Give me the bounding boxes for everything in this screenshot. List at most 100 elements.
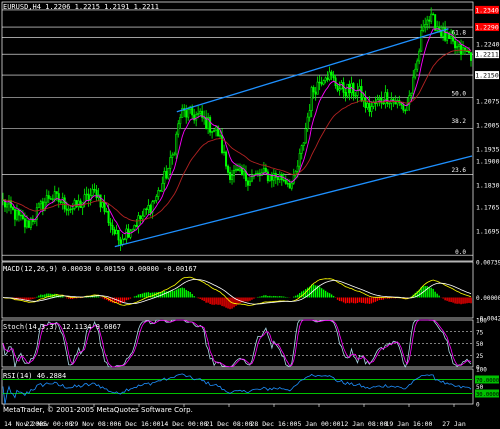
candle xyxy=(336,83,339,93)
candle xyxy=(312,85,315,99)
candle-body xyxy=(330,71,333,76)
candle xyxy=(175,131,178,159)
candle-body xyxy=(430,13,433,22)
candle xyxy=(314,86,317,101)
candle xyxy=(185,104,188,124)
candle xyxy=(426,15,429,31)
price-tick-10: 1.1765 xyxy=(476,204,500,212)
candle xyxy=(181,104,184,118)
candle xyxy=(242,164,245,179)
candle-body xyxy=(240,167,243,176)
candle-body xyxy=(344,92,347,97)
candle-body xyxy=(316,81,319,95)
candle-body xyxy=(165,171,168,179)
candle xyxy=(15,204,18,222)
candle xyxy=(75,200,78,209)
candle xyxy=(105,207,108,213)
candle-body xyxy=(133,225,136,230)
candle xyxy=(167,167,170,180)
candle xyxy=(7,194,10,212)
candle xyxy=(211,130,214,139)
candle xyxy=(408,90,411,111)
candle xyxy=(266,169,269,184)
candle-body xyxy=(450,35,453,40)
candle-body xyxy=(432,13,435,16)
candle-body xyxy=(412,76,415,94)
candle-body xyxy=(125,228,128,240)
candle-body xyxy=(332,75,335,79)
candle-body xyxy=(404,109,407,112)
candle xyxy=(115,224,118,235)
rsi-panel-title: RSI(14) 46.2884 xyxy=(3,372,67,380)
candle-body xyxy=(5,203,8,208)
candle-body xyxy=(264,168,267,173)
candle-body xyxy=(107,211,110,224)
candle-body xyxy=(248,180,251,186)
candle-body xyxy=(161,183,164,192)
candle xyxy=(49,196,52,201)
candle xyxy=(322,79,325,86)
candle-body xyxy=(388,102,391,105)
candle-body xyxy=(370,106,373,112)
candle xyxy=(406,97,409,111)
candle xyxy=(384,85,387,109)
candle-body xyxy=(145,208,148,210)
candle-body xyxy=(73,200,76,209)
candle-body xyxy=(354,95,357,97)
price-tag-label-3: 1.2150 xyxy=(475,72,499,80)
candle xyxy=(368,96,371,117)
stoch-panel-title: Stoch(14,3,3) 12.1134 9.6867 xyxy=(3,323,122,331)
candle-body xyxy=(290,182,293,189)
candle-body xyxy=(298,153,301,167)
candle-body xyxy=(211,131,214,133)
candle xyxy=(422,19,425,33)
candle xyxy=(448,31,451,40)
candle xyxy=(380,91,383,109)
candle xyxy=(302,142,305,151)
candle xyxy=(354,91,357,100)
candle-body xyxy=(185,110,188,118)
candle xyxy=(320,76,323,87)
candle xyxy=(278,171,281,183)
candle xyxy=(304,122,307,144)
candle-body xyxy=(65,208,68,211)
candle-body xyxy=(282,179,285,181)
macd-tick-1: 0.00000 xyxy=(476,295,500,302)
candle xyxy=(147,199,150,215)
candle xyxy=(21,210,24,221)
candle xyxy=(418,48,421,65)
candle-body xyxy=(25,220,28,228)
candle-body xyxy=(266,171,269,182)
candle-body xyxy=(300,145,303,154)
fibo-label-4: 0.0 xyxy=(455,249,466,256)
candle xyxy=(113,226,116,236)
candle xyxy=(137,212,140,234)
candle xyxy=(63,194,66,213)
candle-body xyxy=(242,171,245,176)
candle-body xyxy=(111,225,114,230)
rsi-line xyxy=(2,373,472,405)
candle-body xyxy=(213,129,216,132)
candle-body xyxy=(410,92,413,96)
candle xyxy=(135,218,138,228)
candle xyxy=(9,196,12,215)
candle-body xyxy=(121,238,124,245)
candle xyxy=(11,205,14,211)
candle-body xyxy=(236,168,239,171)
candle-body xyxy=(364,97,367,108)
candle xyxy=(127,223,130,238)
candle xyxy=(41,197,44,216)
candle xyxy=(428,15,431,29)
candle-body xyxy=(426,19,429,25)
candle-body xyxy=(310,87,313,111)
candle-body xyxy=(77,200,80,208)
candle xyxy=(91,184,94,197)
candle-body xyxy=(366,103,369,108)
candle-body xyxy=(326,77,329,80)
candle-body xyxy=(231,175,234,180)
candle xyxy=(123,237,126,241)
candle xyxy=(306,112,309,132)
candle xyxy=(61,192,64,210)
candle-body xyxy=(254,173,257,175)
candle-body xyxy=(27,220,30,228)
